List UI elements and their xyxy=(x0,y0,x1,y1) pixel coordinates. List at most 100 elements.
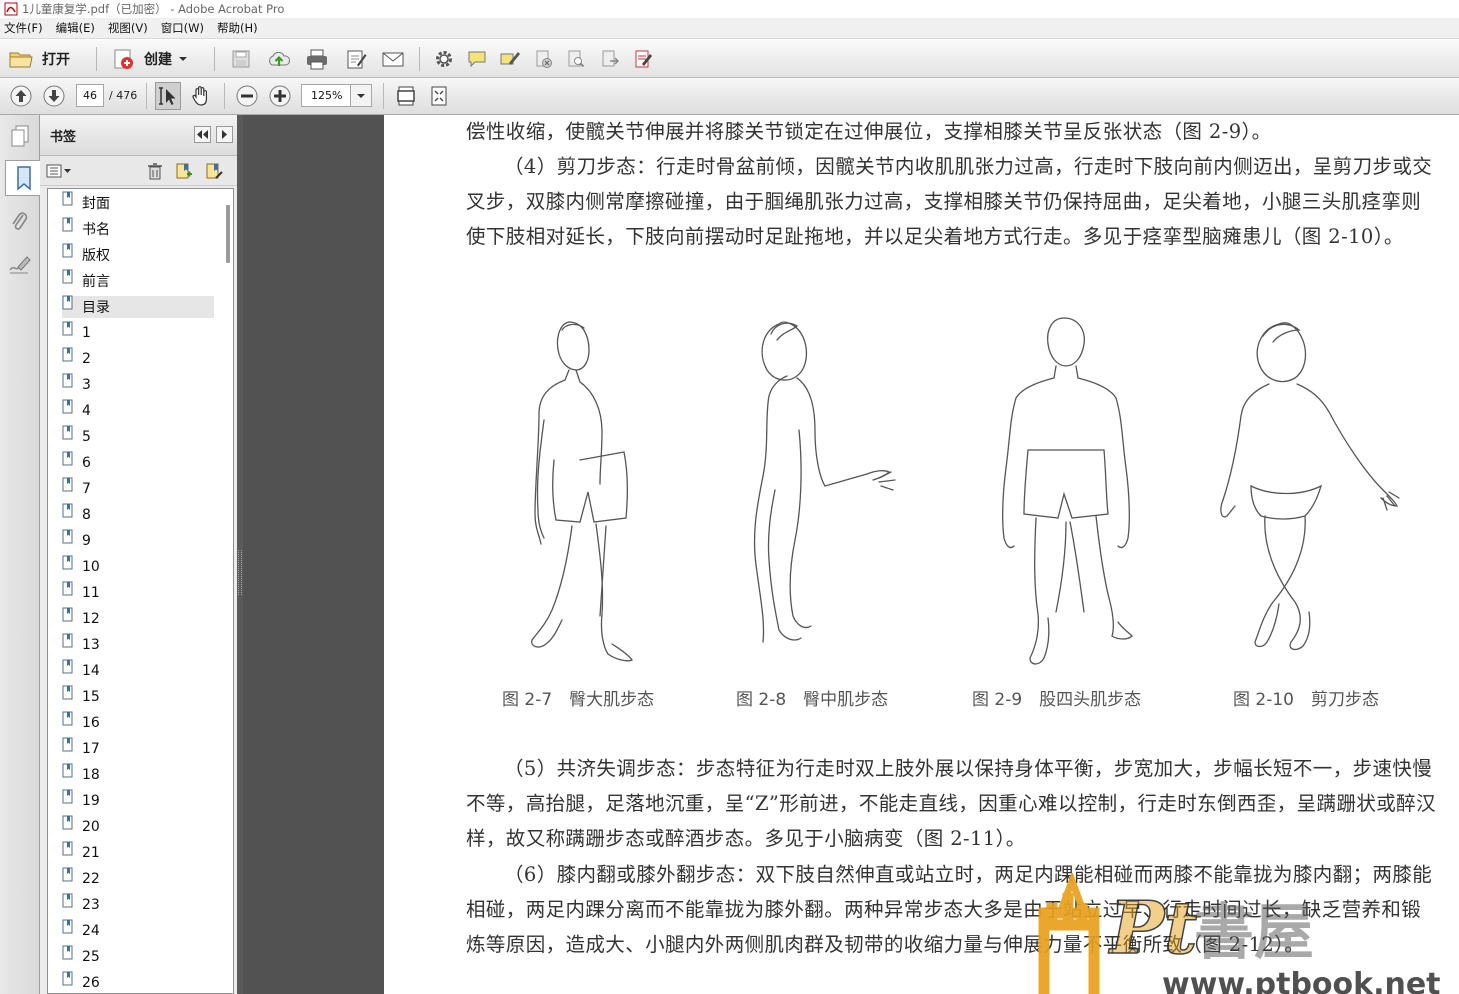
bookmark-item[interactable]: 14 xyxy=(62,659,214,682)
bookmark-label: 15 xyxy=(82,689,100,705)
collapse-panel-button[interactable] xyxy=(194,126,211,143)
settings-button[interactable] xyxy=(431,47,457,71)
bookmark-item[interactable]: 25 xyxy=(62,945,214,968)
bookmark-item[interactable]: 16 xyxy=(62,711,214,734)
menu-window[interactable]: 窗口(W) xyxy=(161,20,204,36)
toolbar-divider xyxy=(96,47,97,71)
bookmark-item[interactable]: 23 xyxy=(62,893,214,916)
bookmark-item[interactable]: 17 xyxy=(62,737,214,760)
attachments-button[interactable] xyxy=(5,207,35,237)
bookmark-item[interactable]: 版权 xyxy=(62,243,214,266)
zoom-dropdown-button[interactable] xyxy=(350,84,372,107)
bookmark-item[interactable]: 目录 xyxy=(62,295,214,318)
bookmarks-button[interactable] xyxy=(5,160,41,196)
menu-file[interactable]: 文件(F) xyxy=(4,20,43,36)
pdf-page: 偿性收缩，使髋关节伸展并将膝关节锁定在过伸展位，支撑相膝关节呈反张状态（图 2-… xyxy=(384,115,1459,994)
bookmark-item[interactable]: 20 xyxy=(62,815,214,838)
print-button[interactable] xyxy=(303,47,331,71)
document-viewer: 偿性收缩，使髋关节伸展并将膝关节锁定在过伸展位，支撑相膝关节呈反张状态（图 2-… xyxy=(243,115,1459,994)
delete-bookmark-button[interactable] xyxy=(145,161,165,181)
bookmark-item[interactable]: 封面 xyxy=(62,191,214,214)
bookmark-item[interactable]: 8 xyxy=(62,503,214,526)
export-page-button[interactable] xyxy=(597,47,623,71)
bookmarks-toolbar xyxy=(40,156,237,186)
menu-view[interactable]: 视图(V) xyxy=(108,20,148,36)
new-bookmark-button[interactable] xyxy=(174,161,194,181)
caption-fig-2-8: 图 2-8 臀中肌步态 xyxy=(736,690,889,710)
hand-tool-button[interactable] xyxy=(188,82,214,110)
zoom-out-button[interactable] xyxy=(234,83,260,109)
bookmark-item[interactable]: 13 xyxy=(62,633,214,656)
bookmark-label: 16 xyxy=(82,715,100,731)
figure-2-10-illustration xyxy=(1220,322,1400,651)
bookmark-item[interactable]: 21 xyxy=(62,841,214,864)
bookmark-item[interactable]: 11 xyxy=(62,581,214,604)
previous-page-button[interactable] xyxy=(8,83,34,109)
full-screen-button[interactable] xyxy=(426,83,452,109)
page-number-input[interactable]: 46 xyxy=(76,84,104,107)
bookmark-item[interactable]: 6 xyxy=(62,451,214,474)
comment-icon xyxy=(468,51,486,68)
bookmark-icon xyxy=(62,789,73,804)
bookmark-icon xyxy=(62,945,73,960)
bookmark-icon xyxy=(62,607,73,622)
page-export-icon xyxy=(602,50,620,67)
bookmark-label: 7 xyxy=(82,481,91,497)
comment-button[interactable] xyxy=(464,47,490,71)
upload-button[interactable] xyxy=(265,47,293,71)
menu-bar: 文件(F) 编辑(E) 视图(V) 窗口(W) 帮助(H) xyxy=(0,18,1459,39)
select-tool-button[interactable] xyxy=(155,82,181,110)
bookmark-item[interactable]: 1 xyxy=(62,321,214,344)
bookmark-item[interactable]: 7 xyxy=(62,477,214,500)
paragraph-continuation: 偿性收缩，使髋关节伸展并将膝关节锁定在过伸展位，支撑相膝关节呈反张状态（图 2-… xyxy=(466,120,1272,143)
bookmark-item[interactable]: 前言 xyxy=(62,269,214,292)
window-title: 1儿童康复学.pdf（已加密） - Adobe Acrobat Pro xyxy=(22,2,285,16)
toolbar-divider xyxy=(146,83,147,109)
bookmarks-scrollbar[interactable] xyxy=(226,205,230,263)
signatures-button[interactable] xyxy=(5,249,35,279)
bookmark-item[interactable]: 18 xyxy=(62,763,214,786)
zoom-input[interactable]: 125% xyxy=(301,84,351,107)
bookmark-item[interactable]: 12 xyxy=(62,607,214,630)
page-thumbnails-button[interactable] xyxy=(5,121,35,151)
delete-page-button[interactable] xyxy=(531,47,557,71)
sign-document-icon xyxy=(635,50,652,68)
bookmark-item[interactable]: 书名 xyxy=(62,217,214,240)
edit-document-button[interactable] xyxy=(342,47,370,71)
bookmark-item[interactable]: 9 xyxy=(62,529,214,552)
menu-edit[interactable]: 编辑(E) xyxy=(56,20,95,36)
bookmark-item[interactable]: 5 xyxy=(62,425,214,448)
fit-page-button[interactable] xyxy=(393,83,419,109)
bookmark-item[interactable]: 2 xyxy=(62,347,214,370)
bookmark-label: 18 xyxy=(82,767,100,783)
bookmark-properties-button[interactable] xyxy=(204,161,224,181)
email-button[interactable] xyxy=(379,47,407,71)
bookmark-icon xyxy=(62,529,73,544)
panel-options-button[interactable] xyxy=(216,126,233,143)
bookmark-item[interactable]: 26 xyxy=(62,971,214,993)
bookmark-item[interactable]: 4 xyxy=(62,399,214,422)
bookmark-options-button[interactable] xyxy=(46,162,72,180)
create-button[interactable]: 创建 xyxy=(112,47,189,71)
bookmark-label: 17 xyxy=(82,741,100,757)
find-page-button[interactable] xyxy=(563,47,589,71)
highlight-button[interactable] xyxy=(497,47,523,71)
open-button[interactable]: 打开 xyxy=(8,47,70,71)
figure-2-8-illustration xyxy=(753,321,896,643)
save-button[interactable] xyxy=(228,47,254,71)
bookmark-item[interactable]: 10 xyxy=(62,555,214,578)
bookmark-item[interactable]: 19 xyxy=(62,789,214,812)
text-cursor-select-icon xyxy=(159,87,176,105)
bookmark-label: 24 xyxy=(82,923,100,939)
zoom-in-button[interactable] xyxy=(267,83,293,109)
bookmark-item[interactable]: 22 xyxy=(62,867,214,890)
bookmark-icon xyxy=(62,763,73,778)
page-total: / 476 xyxy=(109,89,138,102)
bookmark-item[interactable]: 15 xyxy=(62,685,214,708)
next-page-button[interactable] xyxy=(41,83,67,109)
bookmark-item[interactable]: 24 xyxy=(62,919,214,942)
bookmark-item[interactable]: 3 xyxy=(62,373,214,396)
sign-button[interactable] xyxy=(630,47,656,71)
menu-help[interactable]: 帮助(H) xyxy=(217,20,258,36)
bookmark-icon xyxy=(62,243,73,258)
